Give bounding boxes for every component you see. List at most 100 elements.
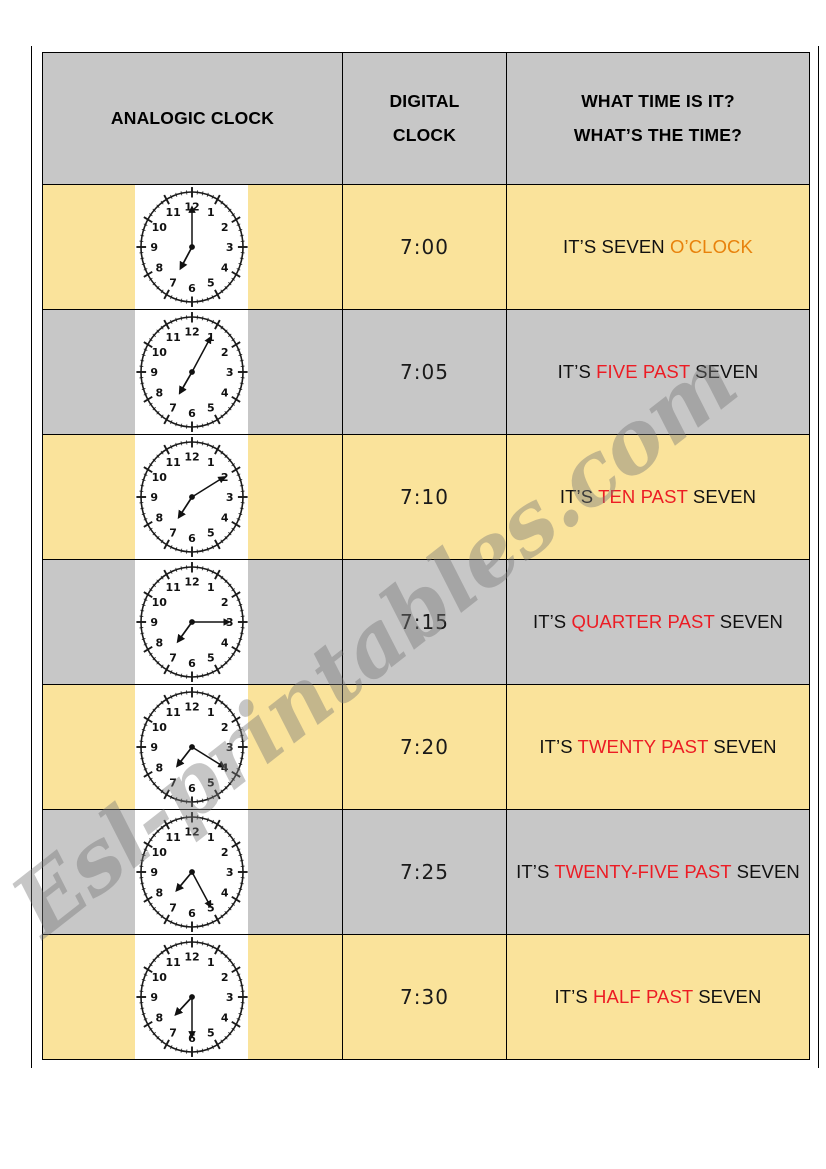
svg-text:7: 7	[169, 526, 177, 539]
phrase-highlight: FIVE PAST	[596, 360, 690, 382]
svg-text:7: 7	[169, 776, 177, 789]
svg-text:6: 6	[188, 407, 196, 420]
analog-clock-cell: 1 2 3 4 5 6 7 8 9 10 11 12	[42, 309, 343, 435]
svg-text:2: 2	[220, 596, 228, 609]
digital-time-value: 7:00	[400, 235, 449, 259]
svg-text:1: 1	[207, 956, 215, 969]
svg-text:8: 8	[155, 262, 163, 275]
svg-text:10: 10	[151, 971, 167, 984]
svg-text:4: 4	[220, 762, 228, 775]
svg-text:10: 10	[151, 346, 167, 359]
phrase-prefix: IT’S	[516, 860, 555, 882]
svg-text:2: 2	[220, 471, 228, 484]
svg-text:5: 5	[207, 651, 215, 664]
svg-text:3: 3	[225, 491, 233, 504]
time-phrase-cell: IT’S FIVE PAST SEVEN	[506, 309, 810, 435]
phrase-highlight: QUARTER PAST	[571, 610, 715, 632]
digital-clock-cell: 7:00	[342, 184, 507, 310]
time-phrase: IT’S HALF PAST SEVEN	[513, 973, 803, 1021]
svg-text:4: 4	[220, 887, 228, 900]
svg-text:6: 6	[188, 532, 196, 545]
svg-text:8: 8	[155, 887, 163, 900]
page-margin-line-right	[818, 46, 819, 1068]
svg-text:4: 4	[220, 1012, 228, 1025]
time-phrase-cell: IT’S SEVEN O’CLOCK	[506, 184, 810, 310]
header-digital-clock: DIGITAL CLOCK	[342, 52, 507, 185]
svg-text:7: 7	[169, 1026, 177, 1039]
digital-time-value: 7:25	[400, 860, 449, 884]
svg-text:11: 11	[165, 831, 180, 844]
analog-clock-cell: 1 2 3 4 5 6 7 8 9 10 11 12	[42, 559, 343, 685]
svg-text:2: 2	[220, 346, 228, 359]
phrase-highlight: TWENTY PAST	[577, 735, 709, 757]
time-phrase: IT’S FIVE PAST SEVEN	[513, 356, 803, 388]
table-row: 1 2 3 4 5 6 7 8 9 10 11 12 7:15 IT’S QUARTER PAST SEV…	[42, 559, 810, 685]
svg-text:5: 5	[207, 776, 215, 789]
svg-text:8: 8	[155, 637, 163, 650]
analog-clock-icon: 1 2 3 4 5 6 7 8 9 10 11 12	[135, 310, 248, 434]
svg-text:1: 1	[207, 581, 215, 594]
time-phrase-cell: IT’S TWENTY-FIVE PAST SEVEN	[506, 809, 810, 935]
header-question-line1: WHAT TIME IS IT?	[581, 91, 735, 112]
time-phrase: IT’S SEVEN O’CLOCK	[513, 231, 803, 263]
table-row: 1 2 3 4 5 6 7 8 9 10 11 12 7:00 IT’S SEVEN O’CLOCK	[42, 184, 810, 310]
svg-text:6: 6	[188, 907, 196, 920]
phrase-prefix: IT’S SEVEN	[563, 235, 671, 257]
svg-text:9: 9	[150, 866, 158, 879]
header-row: ANALOGIC CLOCK DIGITAL CLOCK WHAT TIME I…	[42, 52, 810, 185]
time-phrase-cell: IT’S TWENTY PAST SEVEN	[506, 684, 810, 810]
table-row: 1 2 3 4 5 6 7 8 9 10 11 12 7:25 IT’S TWENTY-FIVE PAST…	[42, 809, 810, 935]
analog-clock-icon: 1 2 3 4 5 6 7 8 9 10 11 12	[135, 810, 248, 934]
svg-text:6: 6	[188, 657, 196, 670]
svg-text:6: 6	[188, 282, 196, 295]
phrase-suffix: SEVEN	[687, 485, 757, 507]
header-question-line2: WHAT’S THE TIME?	[573, 124, 743, 145]
time-phrase: IT’S TEN PAST SEVEN	[513, 481, 803, 513]
analog-clock-icon: 1 2 3 4 5 6 7 8 9 10 11 12	[135, 935, 248, 1059]
svg-text:1: 1	[207, 206, 215, 219]
svg-text:11: 11	[165, 206, 180, 219]
analog-clock-icon: 1 2 3 4 5 6 7 8 9 10 11 12	[135, 685, 248, 809]
svg-text:2: 2	[220, 846, 228, 859]
svg-text:3: 3	[225, 616, 233, 629]
svg-text:12: 12	[184, 326, 199, 339]
phrase-prefix: IT’S	[557, 360, 597, 382]
digital-time-value: 7:30	[400, 985, 449, 1009]
svg-text:12: 12	[184, 701, 199, 714]
table-row: 1 2 3 4 5 6 7 8 9 10 11 12 7:10 IT’S TEN PAST SEVEN	[42, 434, 810, 560]
svg-text:8: 8	[155, 762, 163, 775]
analog-clock-cell: 1 2 3 4 5 6 7 8 9 10 11 12	[42, 684, 343, 810]
analog-clock-cell: 1 2 3 4 5 6 7 8 9 10 11 12	[42, 934, 343, 1060]
analog-clock-cell: 1 2 3 4 5 6 7 8 9 10 11 12	[42, 434, 343, 560]
phrase-prefix: IT’S	[554, 985, 594, 1007]
time-worksheet-table: ANALOGIC CLOCK DIGITAL CLOCK WHAT TIME I…	[42, 52, 810, 1060]
svg-text:4: 4	[220, 387, 228, 400]
table-header: ANALOGIC CLOCK DIGITAL CLOCK WHAT TIME I…	[42, 52, 810, 185]
phrase-suffix: SEVEN	[708, 735, 777, 757]
digital-clock-cell: 7:10	[342, 434, 507, 560]
svg-text:3: 3	[225, 366, 233, 379]
time-phrase: IT’S TWENTY PAST SEVEN	[513, 731, 803, 763]
header-analog-clock: ANALOGIC CLOCK	[42, 52, 343, 185]
digital-time-value: 7:10	[400, 485, 449, 509]
svg-text:4: 4	[220, 512, 228, 525]
svg-text:5: 5	[207, 401, 215, 414]
header-digital-clock-label-line1: DIGITAL	[389, 91, 460, 112]
table-row: 1 2 3 4 5 6 7 8 9 10 11 12 7:20 IT’S TWENTY PAST SEVE…	[42, 684, 810, 810]
svg-text:11: 11	[165, 706, 180, 719]
analog-clock-icon: 1 2 3 4 5 6 7 8 9 10 11 12	[135, 435, 248, 559]
phrase-suffix: SEVEN	[689, 360, 759, 382]
svg-text:10: 10	[151, 471, 167, 484]
analog-clock-cell: 1 2 3 4 5 6 7 8 9 10 11 12	[42, 184, 343, 310]
svg-text:8: 8	[155, 512, 163, 525]
svg-text:8: 8	[155, 387, 163, 400]
table-row: 1 2 3 4 5 6 7 8 9 10 11 12 7:05 IT’S FIVE PAST SEVEN	[42, 309, 810, 435]
digital-time-value: 7:15	[400, 610, 449, 634]
digital-clock-cell: 7:25	[342, 809, 507, 935]
header-digital-clock-label-line2: CLOCK	[392, 124, 457, 145]
svg-text:10: 10	[151, 221, 167, 234]
svg-text:7: 7	[169, 651, 177, 664]
digital-clock-cell: 7:20	[342, 684, 507, 810]
svg-text:10: 10	[151, 721, 167, 734]
svg-text:2: 2	[220, 971, 228, 984]
